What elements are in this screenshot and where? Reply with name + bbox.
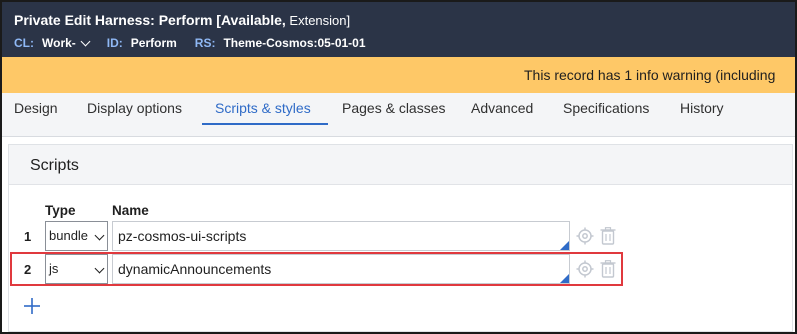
tab-pages-classes[interactable]: Pages & classes: [342, 100, 446, 130]
gear-icon[interactable]: [576, 227, 594, 245]
scripts-section-title: Scripts: [30, 157, 79, 174]
script-name-input[interactable]: pz-cosmos-ui-scripts: [112, 221, 570, 251]
type-select[interactable]: bundle: [45, 221, 108, 251]
record-meta: CL: Work- ID: Perform RS: Theme-Cosmos:0…: [14, 35, 795, 51]
tab-design[interactable]: Design: [14, 100, 58, 130]
chevron-down-icon[interactable]: [80, 36, 91, 46]
ruleset-label: RS:: [194, 36, 216, 50]
id-label: ID:: [106, 36, 123, 50]
tab-bar: Design Display options Scripts & styles …: [2, 93, 795, 137]
window-frame: Private Edit Harness: Perform [Available…: [0, 0, 797, 334]
scripts-panel-header: Scripts: [9, 145, 792, 185]
class-value[interactable]: Work-: [42, 35, 76, 51]
tab-scripts-styles[interactable]: Scripts & styles: [215, 100, 311, 130]
active-tab-indicator: [202, 123, 328, 125]
row-highlight-annotation: [10, 252, 623, 286]
warning-text: This record has 1 info warning (includin…: [524, 67, 776, 83]
class-label: CL:: [14, 36, 34, 50]
type-select-value: bundle: [49, 228, 89, 243]
trash-icon[interactable]: [600, 227, 616, 245]
column-header-type: Type: [45, 203, 76, 218]
id-value: Perform: [130, 36, 177, 50]
row-number: 1: [24, 229, 32, 244]
warning-banner: This record has 1 info warning (includin…: [2, 57, 795, 93]
record-title-extension: Extension]: [285, 13, 351, 28]
autocomplete-corner-icon: [560, 241, 569, 250]
tab-advanced[interactable]: Advanced: [471, 100, 533, 130]
tab-display-options[interactable]: Display options: [87, 100, 182, 130]
class-value-text: Work-: [42, 36, 76, 50]
script-name-value: pz-cosmos-ui-scripts: [118, 228, 247, 244]
column-header-name: Name: [112, 203, 149, 218]
record-header: Private Edit Harness: Perform [Available…: [2, 2, 795, 57]
ruleset-value: Theme-Cosmos:05-01-01: [223, 36, 366, 50]
record-title-text: Private Edit Harness: Perform [Available…: [14, 12, 286, 28]
chevron-down-icon: [94, 230, 105, 241]
plus-icon[interactable]: [21, 295, 43, 317]
record-title: Private Edit Harness: Perform [Available…: [14, 11, 795, 30]
tab-history[interactable]: History: [680, 100, 724, 130]
tab-specifications[interactable]: Specifications: [563, 100, 649, 130]
